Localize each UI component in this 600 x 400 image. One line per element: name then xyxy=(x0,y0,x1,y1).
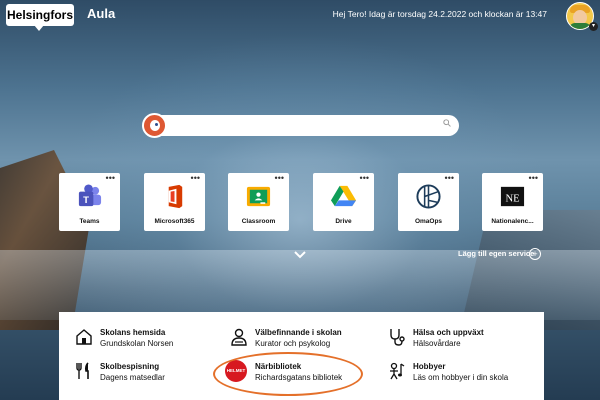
chevron-down-icon[interactable] xyxy=(293,250,307,260)
link-title: Skolans hemsida xyxy=(100,328,166,337)
highlight-ellipse xyxy=(213,352,363,396)
tile-menu-icon[interactable]: ••• xyxy=(445,174,454,183)
add-service-link[interactable]: Lägg till egen service xyxy=(458,249,534,258)
tile-label: OmaOps xyxy=(414,218,443,225)
tile-label: Teams xyxy=(79,218,100,225)
chevron-down-icon[interactable]: ▾ xyxy=(589,22,598,31)
cutlery-icon xyxy=(76,362,89,379)
helsingfors-logo[interactable]: Helsingfors xyxy=(6,4,74,31)
teams-icon: T xyxy=(78,184,102,207)
greeting-text: Hej Tero! Idag är torsdag 24.2.2022 och … xyxy=(332,9,547,19)
tile-label: Nationalenc... xyxy=(491,218,534,225)
tile-label: Microsoft365 xyxy=(154,218,195,225)
duckduckgo-icon xyxy=(142,113,167,138)
tile-menu-icon[interactable]: ••• xyxy=(106,174,115,183)
drive-icon xyxy=(330,185,357,207)
app-title: Aula xyxy=(87,6,116,21)
header: Helsingfors Aula Hej Tero! Idag är torsd… xyxy=(0,0,600,40)
link-title: Hobbyer xyxy=(413,362,446,371)
link-title: Hälsa och uppväxt xyxy=(413,328,484,337)
tile-classroom[interactable]: ••• Classroom xyxy=(228,173,289,231)
plus-circle-icon[interactable]: + xyxy=(529,248,541,260)
tile-teams[interactable]: ••• T Teams xyxy=(59,173,120,231)
tile-nationalencyklopedin[interactable]: ••• NE Nationalenc... xyxy=(482,173,543,231)
search-bar xyxy=(142,113,459,138)
microsoft365-icon xyxy=(168,184,183,209)
link-title: Skolbespisning xyxy=(100,362,160,371)
tile-menu-icon[interactable]: ••• xyxy=(275,174,284,183)
link-subtitle: Kurator och psykolog xyxy=(255,339,331,348)
search-icon[interactable] xyxy=(443,119,451,127)
tile-label: Drive xyxy=(335,218,352,225)
svg-text:NE: NE xyxy=(505,193,519,204)
svg-text:T: T xyxy=(83,195,89,206)
link-subtitle: Läs om hobbyer i din skola xyxy=(413,373,509,382)
link-title: Välbefinnande i skolan xyxy=(255,328,342,337)
tile-menu-icon[interactable]: ••• xyxy=(191,174,200,183)
stethoscope-icon xyxy=(390,329,405,346)
tile-label: Classroom xyxy=(241,218,276,225)
background-water xyxy=(0,250,600,320)
hobby-icon xyxy=(390,362,405,380)
link-subtitle: Grundskolan Norsen xyxy=(100,339,174,348)
link-subtitle: Hälsovårdare xyxy=(413,339,461,348)
search-input[interactable] xyxy=(169,117,437,136)
tile-drive[interactable]: ••• Drive xyxy=(313,173,374,231)
counselor-icon xyxy=(231,328,247,346)
tile-omaops[interactable]: ••• OmaOps xyxy=(398,173,459,231)
link-subtitle: Dagens matsedlar xyxy=(100,373,165,382)
tile-menu-icon[interactable]: ••• xyxy=(360,174,369,183)
classroom-icon xyxy=(246,186,271,207)
ne-icon: NE xyxy=(500,186,525,207)
school-icon xyxy=(76,329,92,345)
duck-eye xyxy=(155,123,158,126)
omaops-icon xyxy=(416,184,441,209)
tile-menu-icon[interactable]: ••• xyxy=(529,174,538,183)
avatar-shirt xyxy=(569,23,591,29)
tile-microsoft365[interactable]: ••• Microsoft365 xyxy=(144,173,205,231)
